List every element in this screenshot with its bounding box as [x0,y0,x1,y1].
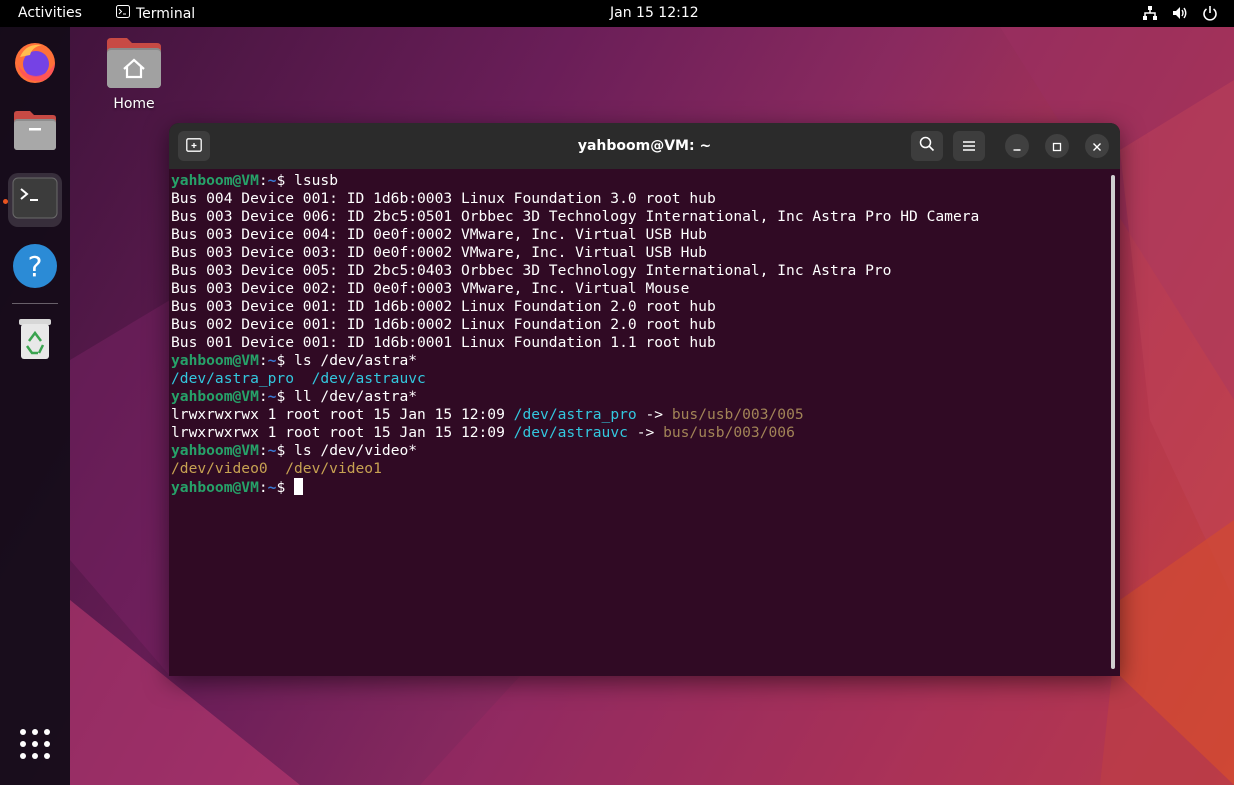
minimize-icon [1012,137,1022,156]
close-icon [1092,137,1102,156]
command-text: ll /dev/astra* [294,388,418,405]
output-line: Bus 004 Device 001: ID 1d6b:0003 Linux F… [171,190,716,207]
dock: ? [0,27,70,785]
prompt-line: yahboom@VM:~$ lsusb [171,172,338,189]
home-label: Home [113,96,155,112]
dock-files[interactable] [8,105,62,159]
network-icon[interactable] [1142,5,1158,21]
terminal-window[interactable]: yahboom@VM: ~ yahboom@VM:~$ lsusb Bus 00… [169,123,1120,676]
dock-app-grid[interactable] [8,719,62,773]
output-line: Bus 002 Device 001: ID 1d6b:0002 Linux F… [171,316,716,333]
svg-text:?: ? [28,250,43,283]
desktop-home-folder[interactable]: Home [100,36,168,112]
output-line: Bus 003 Device 002: ID 0e0f:0003 VMware,… [171,280,690,297]
output-line: lrwxrwxrwx 1 root root 15 Jan 15 12:09 /… [171,406,804,423]
new-tab-icon [186,137,202,156]
command-text: ls /dev/astra* [294,352,418,369]
close-button[interactable] [1085,134,1109,158]
firefox-icon [12,39,58,89]
system-tray[interactable] [1142,5,1218,21]
prompt-line: yahboom@VM:~$ ll /dev/astra* [171,388,418,405]
clock[interactable]: Jan 15 12:12 [610,5,699,21]
terminal-icon [12,177,58,223]
top-bar: Activities Terminal Jan 15 12:12 [0,0,1234,27]
output-line: lrwxrwxrwx 1 root root 15 Jan 15 12:09 /… [171,424,795,441]
volume-icon[interactable] [1172,5,1188,21]
output-line: /dev/astra_pro /dev/astrauvc [171,370,426,387]
dock-terminal[interactable] [8,173,62,227]
dock-trash[interactable] [8,313,62,367]
command-text: ls /dev/video* [294,442,418,459]
output-line: Bus 003 Device 001: ID 1d6b:0002 Linux F… [171,298,716,315]
power-icon[interactable] [1202,5,1218,21]
prompt-line: yahboom@VM:~$ ls /dev/video* [171,442,418,459]
output-line: Bus 003 Device 003: ID 0e0f:0002 VMware,… [171,244,707,261]
trash-icon [15,315,55,365]
terminal-header[interactable]: yahboom@VM: ~ [169,123,1120,169]
scrollbar[interactable] [1111,175,1115,669]
menu-button[interactable] [953,131,985,161]
dock-separator [12,303,58,304]
new-tab-button[interactable] [178,131,210,161]
output-line: Bus 001 Device 001: ID 1d6b:0001 Linux F… [171,334,716,351]
output-line: Bus 003 Device 004: ID 0e0f:0002 VMware,… [171,226,707,243]
text-cursor [294,478,304,495]
home-folder-icon [105,38,163,94]
dock-firefox[interactable] [8,37,62,91]
maximize-button[interactable] [1045,134,1069,158]
search-button[interactable] [911,131,943,161]
prompt-line: yahboom@VM:~$ ls /dev/astra* [171,352,418,369]
output-line: Bus 003 Device 005: ID 2bc5:0403 Orbbec … [171,262,892,279]
app-grid-icon [19,728,51,764]
minimize-button[interactable] [1005,134,1029,158]
activities-button[interactable]: Activities [18,5,82,21]
dock-help[interactable]: ? [8,241,62,295]
app-menu[interactable]: Terminal [116,5,195,22]
output-line: /dev/video0 /dev/video1 [171,460,382,477]
command-text: lsusb [294,172,338,189]
files-icon [12,108,58,156]
prompt-line: yahboom@VM:~$ [171,478,1111,496]
maximize-icon [1052,137,1062,156]
terminal-small-icon [116,5,130,22]
search-icon [919,136,935,156]
app-name: Terminal [136,5,196,22]
output-line: Bus 003 Device 006: ID 2bc5:0501 Orbbec … [171,208,980,225]
help-icon: ? [12,243,58,293]
running-indicator [3,199,8,204]
terminal-output[interactable]: yahboom@VM:~$ lsusb Bus 004 Device 001: I… [169,169,1111,676]
hamburger-icon [962,137,976,156]
